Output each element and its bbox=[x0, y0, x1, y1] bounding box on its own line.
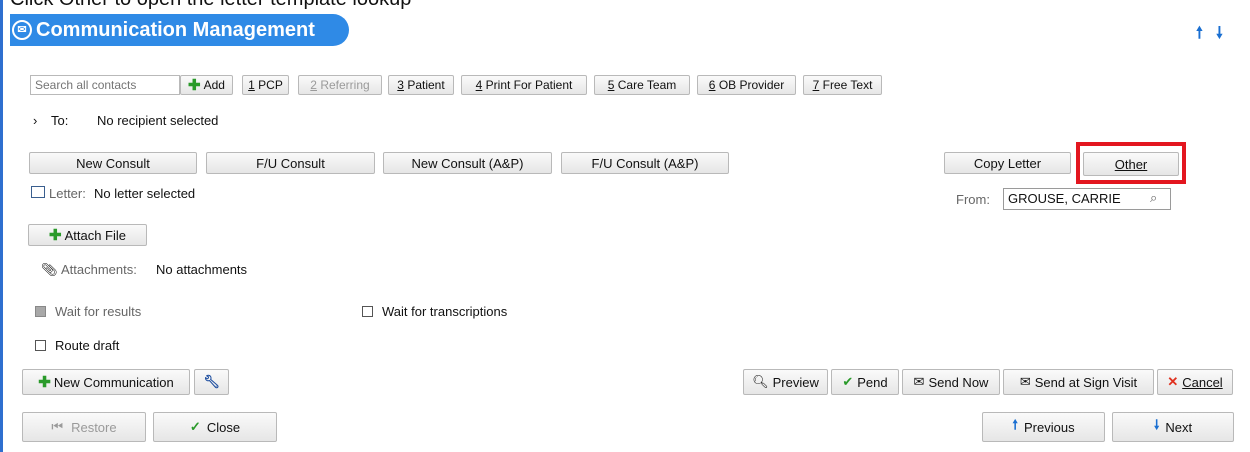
letter-icon bbox=[31, 186, 49, 201]
arrow-up-icon[interactable]: 🠕 bbox=[1196, 22, 1203, 49]
add-recipient-button[interactable]: ✚ Add bbox=[180, 75, 233, 95]
arrow-down-icon[interactable]: 🠗 bbox=[1216, 22, 1223, 49]
paperclip-icon: 📎︎ bbox=[41, 262, 58, 277]
care-team-button[interactable]: 5 Care Team bbox=[594, 75, 690, 95]
attach-file-button[interactable]: ✚ Attach File bbox=[28, 224, 147, 246]
copy-letter-button[interactable]: Copy Letter bbox=[944, 152, 1071, 174]
arrow-down-icon: 🠗 bbox=[1153, 417, 1160, 432]
plus-icon: ✚ bbox=[49, 227, 62, 244]
wrench-button[interactable]: 🔧︎ bbox=[194, 369, 229, 395]
send-icon: ✉ bbox=[913, 374, 925, 389]
page-title: Communication Management bbox=[36, 18, 315, 41]
first-icon: ⏮ bbox=[51, 419, 64, 434]
send-now-button[interactable]: ✉ Send Now bbox=[902, 369, 1000, 395]
check-icon: ✓ bbox=[189, 419, 201, 434]
highlight-box bbox=[1076, 142, 1186, 184]
mail-icon: ✉ bbox=[12, 20, 32, 40]
free-text-button[interactable]: 7 Free Text bbox=[803, 75, 882, 95]
search-icon[interactable]: ⌕ bbox=[1150, 190, 1157, 206]
attachments-label: Attachments: bbox=[61, 262, 137, 277]
fu-consult-ap-button[interactable]: F/U Consult (A&P) bbox=[561, 152, 729, 174]
print-for-patient-button[interactable]: 4 Print For Patient bbox=[461, 75, 587, 95]
from-field[interactable]: GROUSE, CARRIE bbox=[1003, 188, 1171, 210]
preview-button[interactable]: 🔍︎ Preview bbox=[743, 369, 828, 395]
new-communication-button[interactable]: ✚ New Communication bbox=[22, 369, 190, 395]
wait-results-checkbox[interactable] bbox=[35, 306, 46, 317]
to-value: No recipient selected bbox=[97, 113, 219, 128]
route-draft-label: Route draft bbox=[55, 338, 120, 353]
wait-results-label: Wait for results bbox=[55, 304, 142, 319]
cancel-button[interactable]: ✕ Cancel bbox=[1157, 369, 1233, 395]
route-draft-checkbox[interactable] bbox=[35, 340, 46, 351]
new-consult-button[interactable]: New Consult bbox=[29, 152, 197, 174]
letter-value: No letter selected bbox=[94, 186, 196, 201]
send-sign-icon: ✉ bbox=[1019, 374, 1031, 389]
preview-icon: 🔍︎ bbox=[752, 374, 769, 389]
previous-button[interactable]: 🠕 Previous bbox=[982, 412, 1105, 442]
wait-transcriptions-label: Wait for transcriptions bbox=[382, 304, 508, 319]
close-button[interactable]: ✓ Close bbox=[153, 412, 277, 442]
arrow-up-icon: 🠕 bbox=[1012, 417, 1018, 432]
new-consult-ap-button[interactable]: New Consult (A&P) bbox=[383, 152, 552, 174]
pend-icon: ✔ bbox=[842, 374, 854, 389]
header-bar: ✉ Communication Management bbox=[10, 14, 349, 46]
patient-button[interactable]: 3 Patient bbox=[388, 75, 454, 95]
left-accent-bar bbox=[0, 0, 3, 452]
wrench-icon: 🔧︎ bbox=[203, 374, 220, 389]
search-contacts-input[interactable] bbox=[30, 75, 180, 95]
letter-label: Letter: bbox=[49, 186, 86, 201]
send-at-sign-visit-button[interactable]: ✉ Send at Sign Visit bbox=[1003, 369, 1154, 395]
plus-icon: ✚ bbox=[38, 374, 51, 391]
pcp-button[interactable]: 1 PCP bbox=[242, 75, 289, 95]
next-button[interactable]: 🠗 Next bbox=[1112, 412, 1234, 442]
chevron-right-icon[interactable]: › bbox=[33, 113, 37, 128]
ob-provider-button[interactable]: 6 OB Provider bbox=[697, 75, 796, 95]
fu-consult-button[interactable]: F/U Consult bbox=[206, 152, 375, 174]
pend-button[interactable]: ✔ Pend bbox=[831, 369, 899, 395]
from-label: From: bbox=[956, 192, 990, 207]
plus-icon: ✚ bbox=[188, 77, 201, 94]
attachments-value: No attachments bbox=[156, 262, 248, 277]
instruction-text: Click Other to open the letter template … bbox=[10, 0, 411, 11]
wait-transcriptions-checkbox[interactable] bbox=[362, 306, 373, 317]
close-icon: ✕ bbox=[1167, 374, 1179, 389]
restore-button[interactable]: ⏮ Restore bbox=[22, 412, 146, 442]
to-label: To: bbox=[51, 113, 69, 128]
referring-button[interactable]: 2 Referring bbox=[298, 75, 382, 95]
